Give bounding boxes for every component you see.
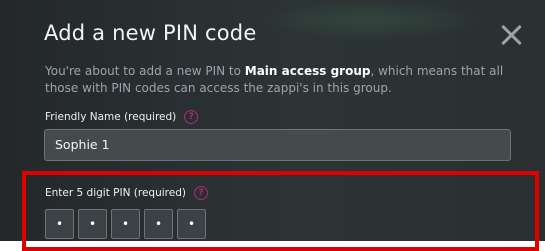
friendly-name-label-row: Friendly Name (required) ? xyxy=(45,110,199,124)
friendly-name-input[interactable]: Sophie 1 xyxy=(44,129,511,161)
help-question-icon[interactable]: ? xyxy=(184,110,199,124)
pin-digit-input-5[interactable]: • xyxy=(177,209,206,239)
help-question-icon[interactable]: ? xyxy=(193,186,208,200)
pin-label: Enter 5 digit PIN (required) xyxy=(45,187,186,199)
close-icon[interactable] xyxy=(498,22,524,48)
pin-digit-input-4[interactable]: • xyxy=(144,209,173,239)
group-name: Main access group xyxy=(244,64,371,78)
pin-label-row: Enter 5 digit PIN (required) ? xyxy=(45,186,208,200)
pin-digit-input-2[interactable]: • xyxy=(78,209,107,239)
description-text-before: You're about to add a new PIN to xyxy=(45,64,245,78)
friendly-name-label: Friendly Name (required) xyxy=(45,111,177,123)
add-pin-modal: Add a new PIN code You're about to add a… xyxy=(0,0,545,251)
modal-description: You're about to add a new PIN to Main ac… xyxy=(45,63,523,97)
pin-digit-input-3[interactable]: • xyxy=(111,209,140,239)
modal-title: Add a new PIN code xyxy=(44,21,257,45)
pin-digit-input-1[interactable]: • xyxy=(45,209,74,239)
pin-input-group: • • • • • xyxy=(45,209,206,239)
